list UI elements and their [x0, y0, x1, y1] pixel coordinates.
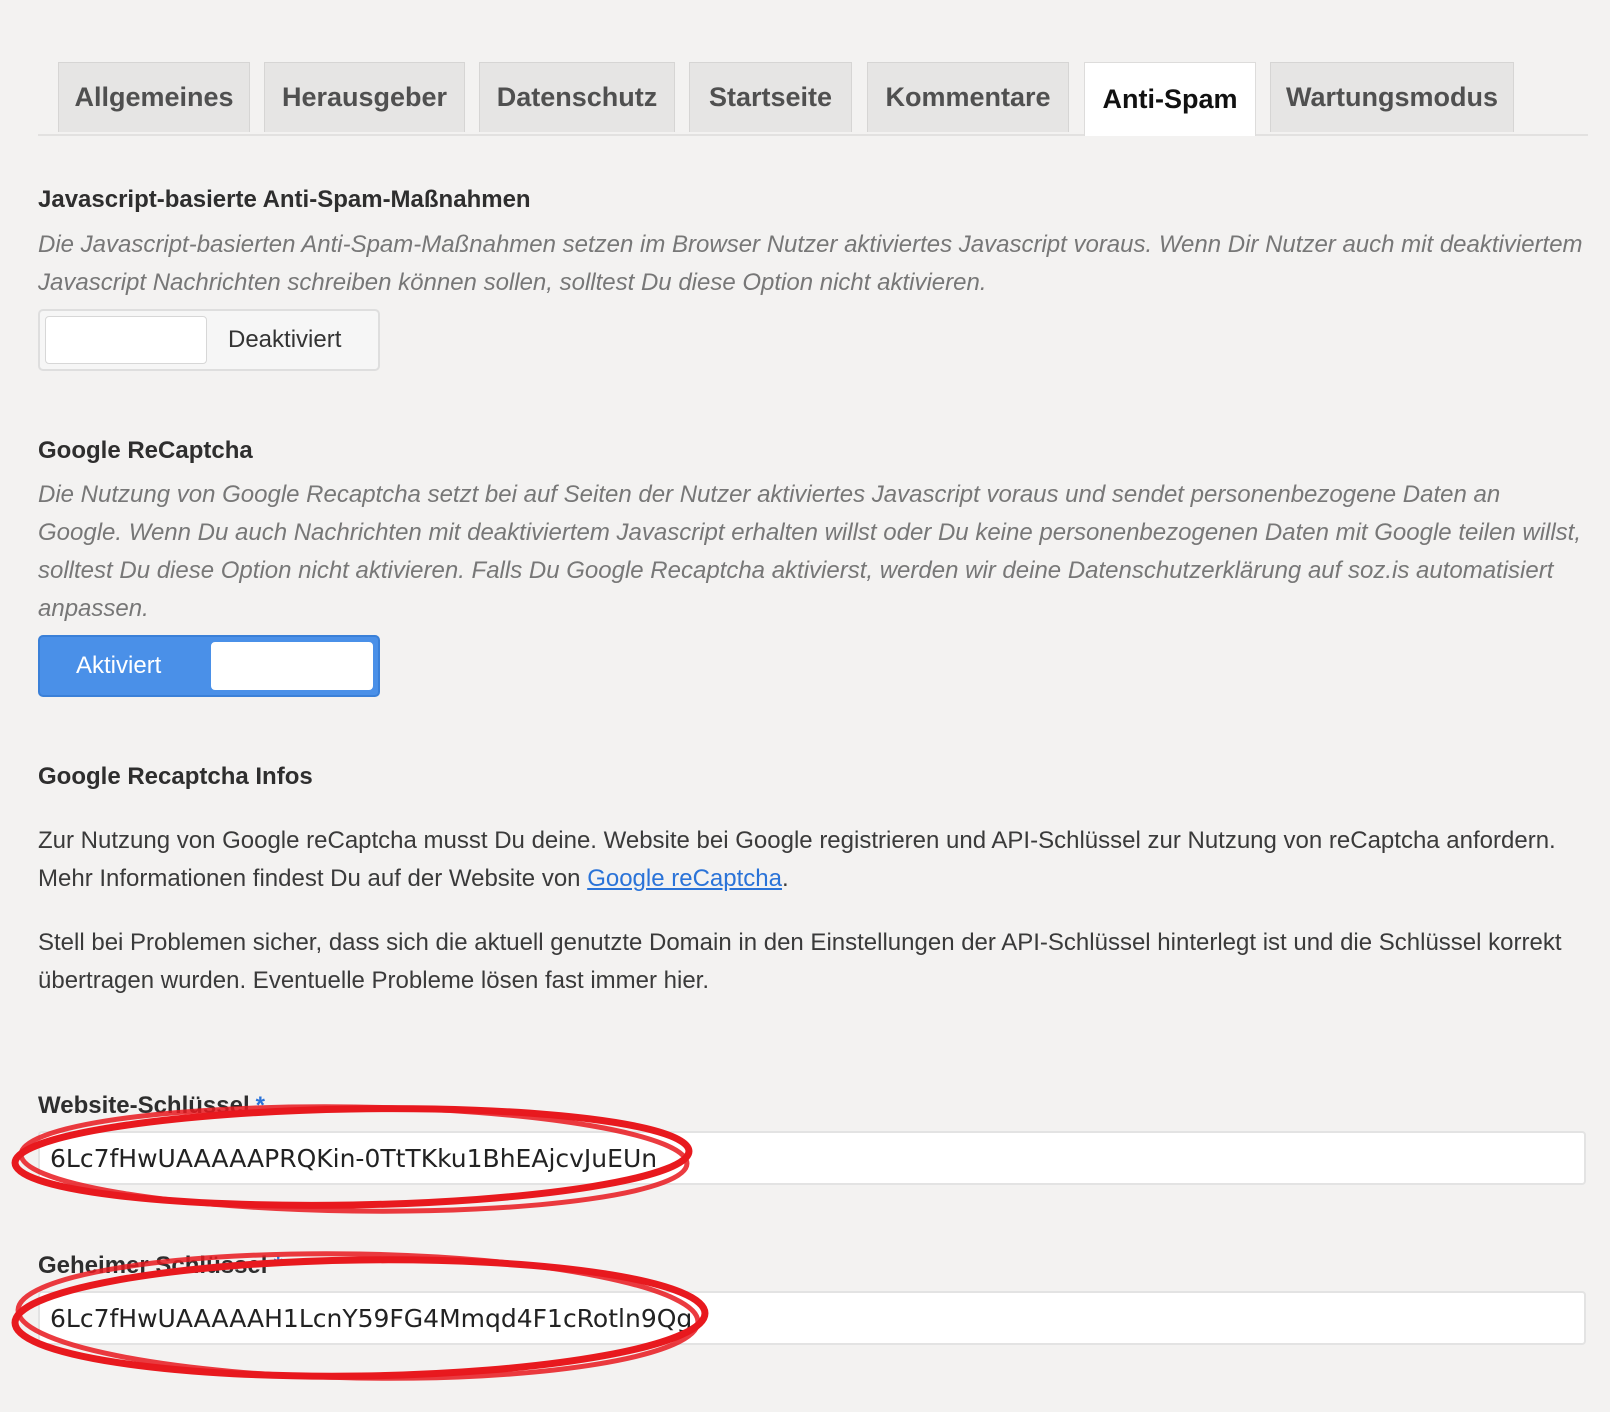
recaptcha-description: Die Nutzung von Google Recaptcha setzt b… — [38, 481, 1582, 622]
secret-key-input[interactable] — [38, 1291, 1586, 1345]
tab-herausgeber[interactable]: Herausgeber — [264, 62, 465, 132]
tab-datenschutz[interactable]: Datenschutz — [479, 62, 675, 132]
recaptcha-info-title: Google Recaptcha Infos — [38, 763, 313, 790]
settings-tabs: Allgemeines Herausgeber Datenschutz Star… — [38, 62, 1588, 136]
js-antispam-toggle[interactable]: Deaktiviert — [38, 309, 380, 371]
site-key-input[interactable] — [38, 1131, 1586, 1185]
tab-anti-spam[interactable]: Anti-Spam — [1084, 62, 1256, 136]
recaptcha-toggle[interactable]: Aktiviert — [38, 635, 380, 697]
recaptcha-info-paragraph-2: Stell bei Problemen sicher, dass sich di… — [38, 929, 1562, 994]
js-antispam-description: Die Javascript-basierten Anti-Spam-Maßna… — [38, 231, 1583, 296]
recaptcha-info-period: . — [781, 865, 789, 892]
recaptcha-info-text: Zur Nutzung von Google reCaptcha musst D… — [38, 827, 1556, 892]
js-antispam-toggle-label: Deaktiviert — [228, 326, 342, 353]
tab-allgemeines[interactable]: Allgemeines — [58, 62, 250, 132]
recaptcha-info-paragraph-1: Zur Nutzung von Google reCaptcha musst D… — [38, 822, 1583, 898]
site-key-label: Website-Schlüssel * — [38, 1092, 265, 1120]
js-antispam-title: Javascript-basierte Anti-Spam-Maßnahmen — [38, 186, 531, 213]
toggle-knob — [45, 316, 207, 364]
tab-kommentare[interactable]: Kommentare — [867, 62, 1069, 132]
site-key-label-text: Website-Schlüssel — [38, 1092, 250, 1119]
required-marker: * — [255, 1092, 265, 1119]
recaptcha-toggle-label: Aktiviert — [76, 652, 162, 679]
toggle-knob — [211, 642, 373, 690]
secret-key-label-text: Geheimer Schlüssel — [38, 1252, 268, 1279]
secret-key-label: Geheimer Schlüssel * — [38, 1252, 283, 1280]
google-recaptcha-link[interactable]: Google reCaptcha — [587, 865, 782, 892]
recaptcha-title: Google ReCaptcha — [38, 437, 253, 464]
tab-startseite[interactable]: Startseite — [689, 62, 852, 132]
tab-wartungsmodus[interactable]: Wartungsmodus — [1270, 62, 1514, 132]
required-marker: * — [273, 1252, 283, 1279]
